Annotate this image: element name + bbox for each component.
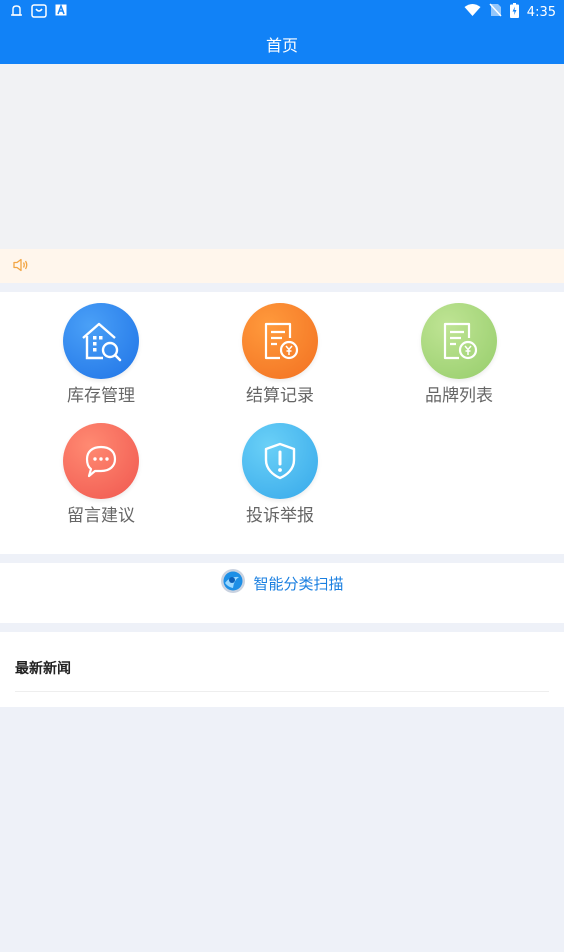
scan-logo-icon [220,568,246,598]
grid-item-complaint[interactable]: 投诉举报 [215,423,345,533]
grid-item-brand-list[interactable]: 品牌列表 [394,303,524,413]
status-bar: 4:35 [0,0,564,24]
speaker-icon [13,257,29,276]
grid-item-inventory[interactable]: 库存管理 [36,303,166,413]
status-time: 4:35 [526,4,556,20]
function-grid: 库存管理 结算记录 品牌列表 留言建议 投诉举报 [0,292,564,554]
no-sim-icon [489,3,502,21]
wifi-icon [464,3,481,21]
shopping-bag-icon [31,3,47,22]
receipt-yen-icon [242,303,318,379]
grid-item-label: 投诉举报 [246,506,314,526]
grid-item-settlement[interactable]: 结算记录 [215,303,345,413]
notification-icon [10,4,23,21]
page-title: 首页 [265,36,298,55]
notice-bar[interactable] [0,249,564,283]
a-box-icon [55,3,67,20]
grid-item-label: 结算记录 [246,386,314,406]
news-section: 最新新闻 [0,632,564,707]
smart-scan-button[interactable]: 智能分类扫描 [220,568,344,598]
grid-item-label: 库存管理 [67,386,135,406]
status-bar-left [10,3,67,22]
list-yen-icon [421,303,497,379]
scan-label: 智能分类扫描 [253,574,344,593]
grid-item-label: 品牌列表 [425,386,493,406]
chat-bubble-icon [63,423,139,499]
banner-carousel[interactable] [0,64,564,249]
grid-item-feedback[interactable]: 留言建议 [36,423,166,533]
status-bar-right: 4:35 [464,2,556,22]
smart-scan-panel: 智能分类扫描 [0,563,564,623]
grid-item-label: 留言建议 [67,506,135,526]
app-header: 首页 [0,24,564,64]
warehouse-search-icon [63,303,139,379]
shield-alert-icon [242,423,318,499]
battery-charging-icon [509,2,519,22]
news-title: 最新新闻 [15,632,549,692]
